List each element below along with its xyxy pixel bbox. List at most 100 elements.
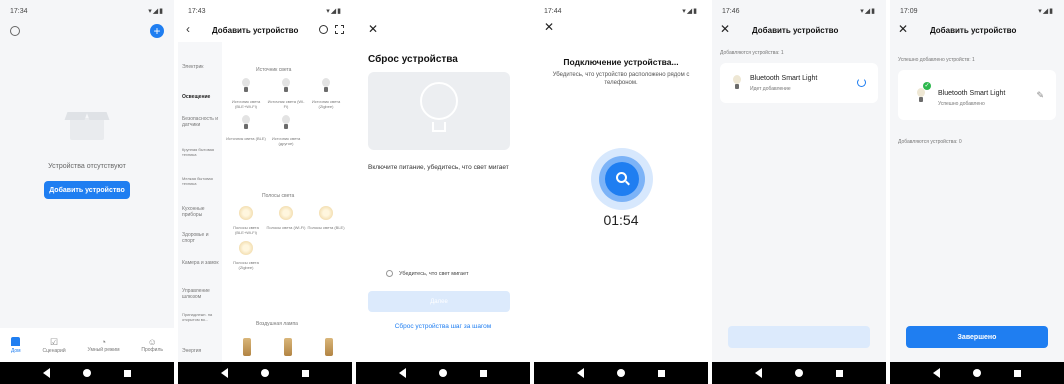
confirm-checkbox-row[interactable]: Убедитесь, что свет мигает — [386, 270, 469, 277]
screen-reset-device: ✕ Сброс устройства Включите питание, убе… — [356, 0, 530, 384]
loading-spinner-icon — [857, 78, 866, 87]
qr-icon[interactable] — [335, 25, 344, 34]
light-strip-grid: Полосы света (BLE+Wi-Fi) Полосы света (W… — [226, 206, 350, 270]
add-icon[interactable]: + — [150, 24, 164, 38]
recents-icon[interactable] — [836, 369, 844, 377]
android-navbar — [0, 362, 174, 384]
status-time: 17:09 — [900, 7, 918, 15]
back-icon[interactable] — [932, 368, 940, 378]
section-title: Воздушная лампа — [256, 321, 298, 327]
category-item[interactable]: Здоровье и спорт — [182, 232, 220, 244]
device-tile[interactable]: Полосы света (Wi-Fi) — [266, 206, 306, 235]
adding-count: Добавляются устройства: 0 — [898, 139, 962, 145]
category-sidebar: Электрик Освещение Безопасность и датчик… — [178, 42, 222, 362]
status-icons: ▾◢▮ — [326, 8, 342, 15]
recents-icon[interactable] — [302, 369, 310, 377]
category-item[interactable]: Крупная бытовая техника — [182, 147, 220, 157]
home-button-icon[interactable] — [794, 369, 803, 377]
page-title: Подключение устройства... — [563, 57, 679, 67]
category-item[interactable]: Управление шлюзом — [182, 288, 220, 300]
empty-text: Устройства отсутствуют — [48, 163, 126, 170]
status-bar: 17:46 ▾◢▮ — [712, 0, 886, 22]
bulb-icon — [281, 115, 291, 131]
edit-icon[interactable]: ✎ — [1036, 90, 1044, 101]
back-icon[interactable] — [398, 368, 406, 378]
recents-icon[interactable] — [658, 369, 666, 377]
illustration-card — [368, 72, 510, 150]
tab-smart[interactable]: ◔ Умный режим — [88, 337, 120, 353]
bulb-icon — [241, 78, 251, 94]
confirm-label: Убедитесь, что свет мигает — [399, 270, 469, 277]
back-icon[interactable] — [576, 368, 584, 378]
tab-profile[interactable]: ☺ Профиль — [141, 337, 163, 353]
close-icon[interactable]: ✕ — [720, 22, 730, 36]
category-item[interactable]: Камера и замок — [182, 260, 220, 266]
category-item[interactable]: Энергия — [182, 348, 220, 354]
home-button-icon[interactable] — [616, 369, 625, 377]
category-item[interactable]: Электрик — [182, 64, 222, 70]
back-icon[interactable] — [220, 368, 228, 378]
android-navbar — [712, 362, 886, 384]
lamp-icon[interactable] — [283, 338, 292, 356]
back-icon[interactable] — [754, 368, 762, 378]
home-button-icon[interactable] — [82, 369, 91, 377]
bulb-icon — [321, 78, 331, 94]
page-title: Добавить устройство — [930, 26, 1017, 35]
back-icon[interactable] — [42, 368, 50, 378]
device-tile[interactable]: Источник света (другое) — [266, 115, 306, 146]
scan-icon[interactable] — [319, 25, 328, 34]
device-tile[interactable]: Источник света (BLE+Wi-Fi) — [226, 78, 266, 109]
close-icon[interactable]: ✕ — [898, 22, 908, 36]
tab-scene[interactable]: ☑ Сценарий — [43, 337, 66, 354]
light-strip-icon — [239, 241, 253, 255]
page-title: Добавить устройство — [752, 26, 839, 35]
status-time: 17:34 — [10, 7, 28, 15]
add-device-button[interactable]: Добавить устройство — [44, 181, 130, 199]
lamp-icon[interactable] — [242, 338, 251, 356]
screen-connecting: 17:44 ▾◢▮ ✕ Подключение устройства... Уб… — [534, 0, 708, 384]
profile-icon[interactable] — [10, 26, 20, 36]
done-button[interactable]: Завершено — [906, 326, 1048, 348]
device-tile[interactable]: Источник света (Wi-Fi) — [266, 78, 306, 109]
home-button-icon[interactable] — [260, 369, 269, 377]
category-item[interactable]: Безопасность и датчики — [182, 116, 220, 128]
status-icons: ▾◢▮ — [682, 8, 698, 15]
device-status: Идет добавление — [750, 86, 791, 92]
search-pulse — [591, 148, 653, 210]
status-bar: 17:09 ▾◢▮ — [890, 0, 1064, 22]
device-card: ✓ Bluetooth Smart Light Успешно добавлен… — [898, 70, 1056, 120]
back-arrow-icon[interactable]: ‹ — [186, 22, 190, 36]
tab-home[interactable]: Дом — [11, 336, 21, 354]
device-tile-label: Полосы света (Wi-Fi) — [266, 225, 306, 230]
next-button[interactable]: Далее — [368, 291, 510, 312]
tab-profile-label: Профиль — [141, 347, 163, 353]
radio-circle-icon[interactable] — [386, 270, 393, 277]
category-item-active[interactable]: Освещение — [182, 94, 222, 100]
light-strip-icon — [279, 206, 293, 220]
close-icon[interactable]: ✕ — [544, 20, 554, 34]
device-tile[interactable]: Источник света (Zigbee) — [306, 78, 346, 109]
done-button-disabled[interactable] — [728, 326, 870, 348]
lamp-icon[interactable] — [325, 338, 334, 356]
device-tile[interactable]: Полосы света (BLE) — [306, 206, 346, 235]
bulb-icon — [732, 75, 742, 91]
category-item[interactable]: Мелкая бытовая техника — [182, 176, 220, 186]
category-item[interactable]: Принадлежн. на открытом во... — [182, 312, 220, 322]
recents-icon[interactable] — [1014, 369, 1022, 377]
recents-icon[interactable] — [124, 369, 132, 377]
status-bar: 17:34 ▾◢▮ — [0, 0, 174, 22]
bulb-outline-icon — [420, 82, 458, 120]
recents-icon[interactable] — [480, 369, 488, 377]
android-navbar — [534, 362, 708, 384]
device-tile[interactable]: Полосы света (BLE+Wi-Fi) — [226, 206, 266, 235]
home-icon — [11, 336, 21, 346]
device-tile[interactable]: Источник света (BLE) — [226, 115, 266, 146]
home-button-icon[interactable] — [972, 369, 981, 377]
reset-guide-link[interactable]: Сброс устройства шаг за шагом — [356, 323, 530, 330]
device-tile-label: Полосы света (BLE+Wi-Fi) — [233, 225, 259, 235]
status-time: 17:46 — [722, 7, 740, 15]
device-tile[interactable]: Полосы света (Zigbee) — [226, 241, 266, 270]
category-item[interactable]: Кухонные приборы — [182, 206, 220, 218]
home-button-icon[interactable] — [438, 369, 447, 377]
close-icon[interactable]: ✕ — [368, 22, 378, 36]
